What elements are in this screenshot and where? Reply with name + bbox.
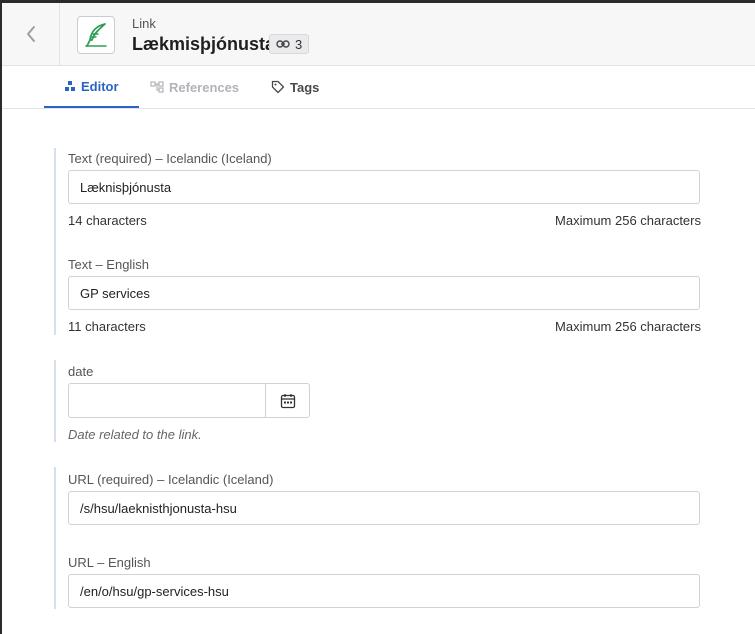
- quill-icon: [77, 16, 115, 54]
- date-label: date: [68, 364, 94, 379]
- hierarchy-icon: [150, 81, 164, 93]
- text-english-max-chars: Maximum 256 characters: [555, 319, 701, 334]
- link-icon: [276, 40, 290, 48]
- tag-icon: [271, 80, 285, 94]
- tab-tags-label: Tags: [290, 79, 320, 95]
- tab-editor[interactable]: Editor: [44, 66, 139, 108]
- url-english-label: URL – English: [68, 555, 151, 570]
- blocks-icon: [65, 81, 75, 91]
- text-icelandic-max-chars: Maximum 256 characters: [555, 213, 701, 228]
- text-english-label: Text – English: [68, 257, 149, 272]
- document-type-label: Link: [132, 16, 156, 31]
- calendar-button[interactable]: [265, 384, 309, 417]
- date-input[interactable]: [69, 384, 265, 417]
- date-hint: Date related to the link.: [68, 427, 202, 442]
- text-english-char-count: 11 characters: [68, 319, 146, 334]
- tab-bar: Editor References Tags: [2, 66, 755, 109]
- references-count: 3: [295, 36, 303, 52]
- text-english-input[interactable]: [68, 276, 700, 310]
- date-field-group: [54, 360, 56, 442]
- url-english-input[interactable]: [68, 574, 700, 608]
- text-field-group: [54, 148, 56, 335]
- tab-references-label: References: [169, 79, 240, 95]
- document-title: Lækmisþjónusta: [132, 34, 276, 54]
- back-button[interactable]: [2, 3, 60, 65]
- tab-tags[interactable]: Tags: [271, 66, 319, 108]
- tab-references[interactable]: References: [150, 66, 239, 108]
- text-icelandic-char-count: 14 characters: [68, 213, 147, 228]
- text-icelandic-input[interactable]: [68, 170, 700, 204]
- text-icelandic-label: Text (required) – Icelandic (Iceland): [68, 151, 272, 166]
- tab-editor-label: Editor: [81, 78, 119, 94]
- chevron-left-icon: [26, 26, 35, 42]
- references-badge[interactable]: 3: [269, 34, 310, 54]
- document-header: Link Lækmisþjónusta 3: [2, 3, 755, 66]
- calendar-icon: [280, 393, 295, 408]
- url-icelandic-input[interactable]: [68, 491, 700, 525]
- url-icelandic-label: URL (required) – Icelandic (Iceland): [68, 472, 274, 487]
- url-field-group: [54, 467, 56, 609]
- date-picker: [68, 383, 310, 418]
